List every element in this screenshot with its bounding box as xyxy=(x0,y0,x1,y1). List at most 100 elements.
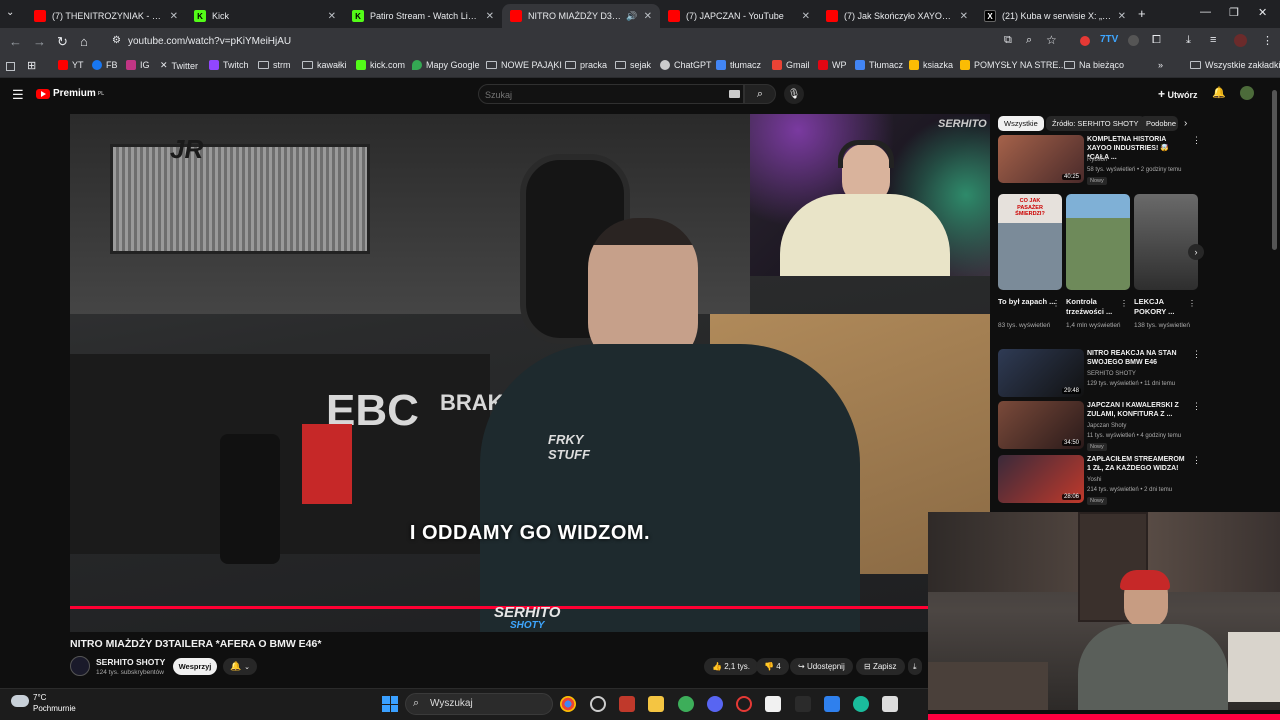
more-actions-icon[interactable]: ⋮ xyxy=(1192,349,1201,360)
more-actions-icon[interactable]: ⋮ xyxy=(1192,455,1201,466)
recommended-video[interactable]: 28:06 ZAPŁACIŁEM STREAMEROM 1 ZŁ, ZA KAŻ… xyxy=(998,455,1201,505)
more-bookmarks-chevron-icon[interactable]: » xyxy=(1158,60,1163,70)
video-thumbnail[interactable]: 40:25 xyxy=(998,135,1084,183)
channel-name[interactable]: SERHITO SHOTY xyxy=(96,657,165,667)
bookmark-folder-na-biezaco[interactable]: Na bieżąco xyxy=(1064,60,1124,70)
video-thumbnail[interactable]: 29:48 xyxy=(998,349,1084,397)
browser-tab-1[interactable]: (7) THENITROZYNIAK - KŁAMCA ✕ xyxy=(26,4,186,28)
recommended-channel[interactable]: Rybson xyxy=(1087,157,1107,163)
shorts-next-chevron-icon[interactable]: › xyxy=(1188,244,1204,260)
browser-tab-4-active[interactable]: NITRO MIAŻDŻY D3TAILERA 🔊 ✕ xyxy=(502,4,660,28)
site-info-icon[interactable]: ⚙ xyxy=(112,35,121,46)
cloud-weather-icon[interactable] xyxy=(11,695,29,707)
tab-groups-icon[interactable] xyxy=(6,62,15,71)
account-avatar[interactable] xyxy=(1240,86,1254,100)
short-thumbnail[interactable] xyxy=(1066,194,1130,290)
short-title[interactable]: Kontrola trzeźwości ... xyxy=(1066,297,1126,317)
extensions-puzzle-icon[interactable]: ⧠ xyxy=(1152,34,1161,47)
bookmark-twitch[interactable]: Twitch xyxy=(209,60,249,70)
bookmark-folder-pracka[interactable]: pracka xyxy=(565,60,607,70)
recommended-channel[interactable]: SERHITO SHOTY xyxy=(1087,371,1136,377)
more-actions-icon[interactable]: ⋮ xyxy=(1188,299,1196,308)
app-taskbar-icon[interactable] xyxy=(795,696,811,712)
notepad-icon[interactable] xyxy=(824,696,840,712)
bookmark-kick[interactable]: kick.com xyxy=(356,60,405,70)
opera-icon[interactable] xyxy=(736,696,752,712)
recommended-video[interactable]: 29:48 NITRO REAKCJA NA STAN SWOJEGO BMW … xyxy=(998,349,1201,399)
share-button[interactable]: ↪ Udostępnij xyxy=(790,658,853,675)
url-text[interactable]: youtube.com/watch?v=pKiYMeiHjAU xyxy=(128,36,291,47)
video-thumbnail[interactable]: 28:06 xyxy=(998,455,1084,503)
recommended-title[interactable]: JAPCZAN I KAWALERSKI Z ZULAMI, KONFITURA… xyxy=(1087,401,1187,419)
download-icon[interactable]: ⤓ xyxy=(1186,34,1191,47)
bookmark-fb[interactable]: FB xyxy=(92,60,118,70)
close-tab-icon[interactable]: ✕ xyxy=(960,11,968,22)
reload-icon[interactable]: ↻ xyxy=(57,34,68,50)
app-taskbar-icon[interactable] xyxy=(678,696,694,712)
bookmark-folder-kawalki[interactable]: kawałki xyxy=(302,60,347,70)
dislike-button[interactable]: 👎 4 xyxy=(756,658,789,675)
chrome-taskbar-icon[interactable] xyxy=(560,696,576,712)
close-tab-icon[interactable]: ✕ xyxy=(644,11,652,22)
video-thumbnail[interactable]: 34:50 xyxy=(998,401,1084,449)
bookmark-tlumacz-2[interactable]: Tłumacz xyxy=(855,60,903,70)
install-app-icon[interactable]: ⧉ xyxy=(1004,34,1012,47)
bookmark-twitter[interactable]: ✕ Twitter xyxy=(160,60,198,71)
short-title[interactable]: LEKCJA POKORY ... xyxy=(1134,297,1194,317)
video-player[interactable]: JR EBC BRAKES FRKY STUFF I ODDAMY GO WIDZ… xyxy=(70,114,990,632)
bookmark-ksiazka[interactable]: ksiazka xyxy=(909,60,953,70)
chip-related[interactable]: Podobne xyxy=(1140,116,1178,131)
support-button[interactable]: Wesprzyj xyxy=(173,658,217,675)
create-button[interactable]: + Utwórz xyxy=(1158,87,1198,101)
search-button[interactable]: ⌕ xyxy=(744,84,776,104)
browser-tab-3[interactable]: K Patiro Stream - Watch Live on Kick ✕ xyxy=(344,4,502,28)
browser-tab-7[interactable]: X (21) Kuba w serwisie X: „Krzesło ✕ xyxy=(976,4,1134,28)
bookmark-pomysly[interactable]: POMYSŁY NA STRE... xyxy=(960,60,1066,70)
app-taskbar-icon[interactable] xyxy=(853,696,869,712)
subscription-notifications-button[interactable]: 🔔 ⌄ xyxy=(223,658,257,675)
weather-temperature[interactable]: 7°C xyxy=(33,693,46,702)
chevron-right-icon[interactable]: › xyxy=(1184,118,1187,129)
bookmark-folder-sejak[interactable]: sejak xyxy=(615,60,651,70)
bookmark-tlumacz[interactable]: tłumacz xyxy=(716,60,761,70)
audio-playing-icon[interactable]: 🔊 xyxy=(626,11,637,22)
recommended-video[interactable]: 34:50 JAPCZAN I KAWALERSKI Z ZULAMI, KON… xyxy=(998,401,1201,451)
hamburger-menu-icon[interactable]: ☰ xyxy=(12,87,24,103)
like-button[interactable]: 👍 2,1 tys. xyxy=(704,658,758,675)
close-tab-icon[interactable]: ✕ xyxy=(486,11,494,22)
bookmark-folder-all[interactable]: Wszystkie zakładki xyxy=(1190,60,1280,70)
bookmark-wp[interactable]: WP xyxy=(818,60,847,70)
more-actions-icon[interactable]: ⋮ xyxy=(1192,135,1201,146)
search-input[interactable] xyxy=(485,90,715,100)
media-controls-icon[interactable]: ≡ xyxy=(1210,34,1216,46)
recommended-channel[interactable]: Yoshi xyxy=(1087,477,1101,483)
zoom-icon[interactable]: ⌕ xyxy=(1026,34,1032,47)
close-window-icon[interactable]: ✕ xyxy=(1258,6,1267,19)
weather-description[interactable]: Pochmurnie xyxy=(33,704,76,713)
tab-search-icon[interactable]: ⌄ xyxy=(6,7,14,18)
recommended-channel[interactable]: Japczan Shoty xyxy=(1087,423,1126,429)
notifications-bell-icon[interactable]: 🔔 xyxy=(1212,86,1226,99)
bookmark-gmail[interactable]: Gmail xyxy=(772,60,810,70)
file-explorer-icon[interactable] xyxy=(648,696,664,712)
close-tab-icon[interactable]: ✕ xyxy=(802,11,810,22)
channel-avatar[interactable] xyxy=(70,656,90,676)
app-taskbar-icon[interactable] xyxy=(590,696,606,712)
keyboard-icon[interactable] xyxy=(729,90,740,98)
extension-icon[interactable] xyxy=(1128,35,1139,46)
app-taskbar-icon[interactable] xyxy=(619,696,635,712)
bookmark-maps[interactable]: Mapy Google xyxy=(412,60,480,70)
save-button[interactable]: ⊟ Zapisz xyxy=(856,658,905,675)
new-tab-plus-icon[interactable]: + xyxy=(1138,6,1146,21)
profile-avatar[interactable] xyxy=(1234,34,1247,47)
forward-arrow-icon[interactable]: → xyxy=(33,34,46,49)
extension-icon[interactable]: 7TV xyxy=(1100,34,1118,45)
windows-start-icon[interactable] xyxy=(382,696,398,712)
close-tab-icon[interactable]: ✕ xyxy=(170,11,178,22)
minimize-window-icon[interactable]: — xyxy=(1200,6,1211,18)
recommended-video[interactable]: 40:25 KOMPLETNA HISTORIA XAYOO INDUSTRIE… xyxy=(998,135,1201,185)
bookmark-star-icon[interactable]: ☆ xyxy=(1046,33,1057,47)
bookmark-yt[interactable]: YT xyxy=(58,60,84,70)
back-arrow-icon[interactable]: ← xyxy=(9,34,22,49)
voice-search-button[interactable]: 🎙 xyxy=(784,84,804,104)
